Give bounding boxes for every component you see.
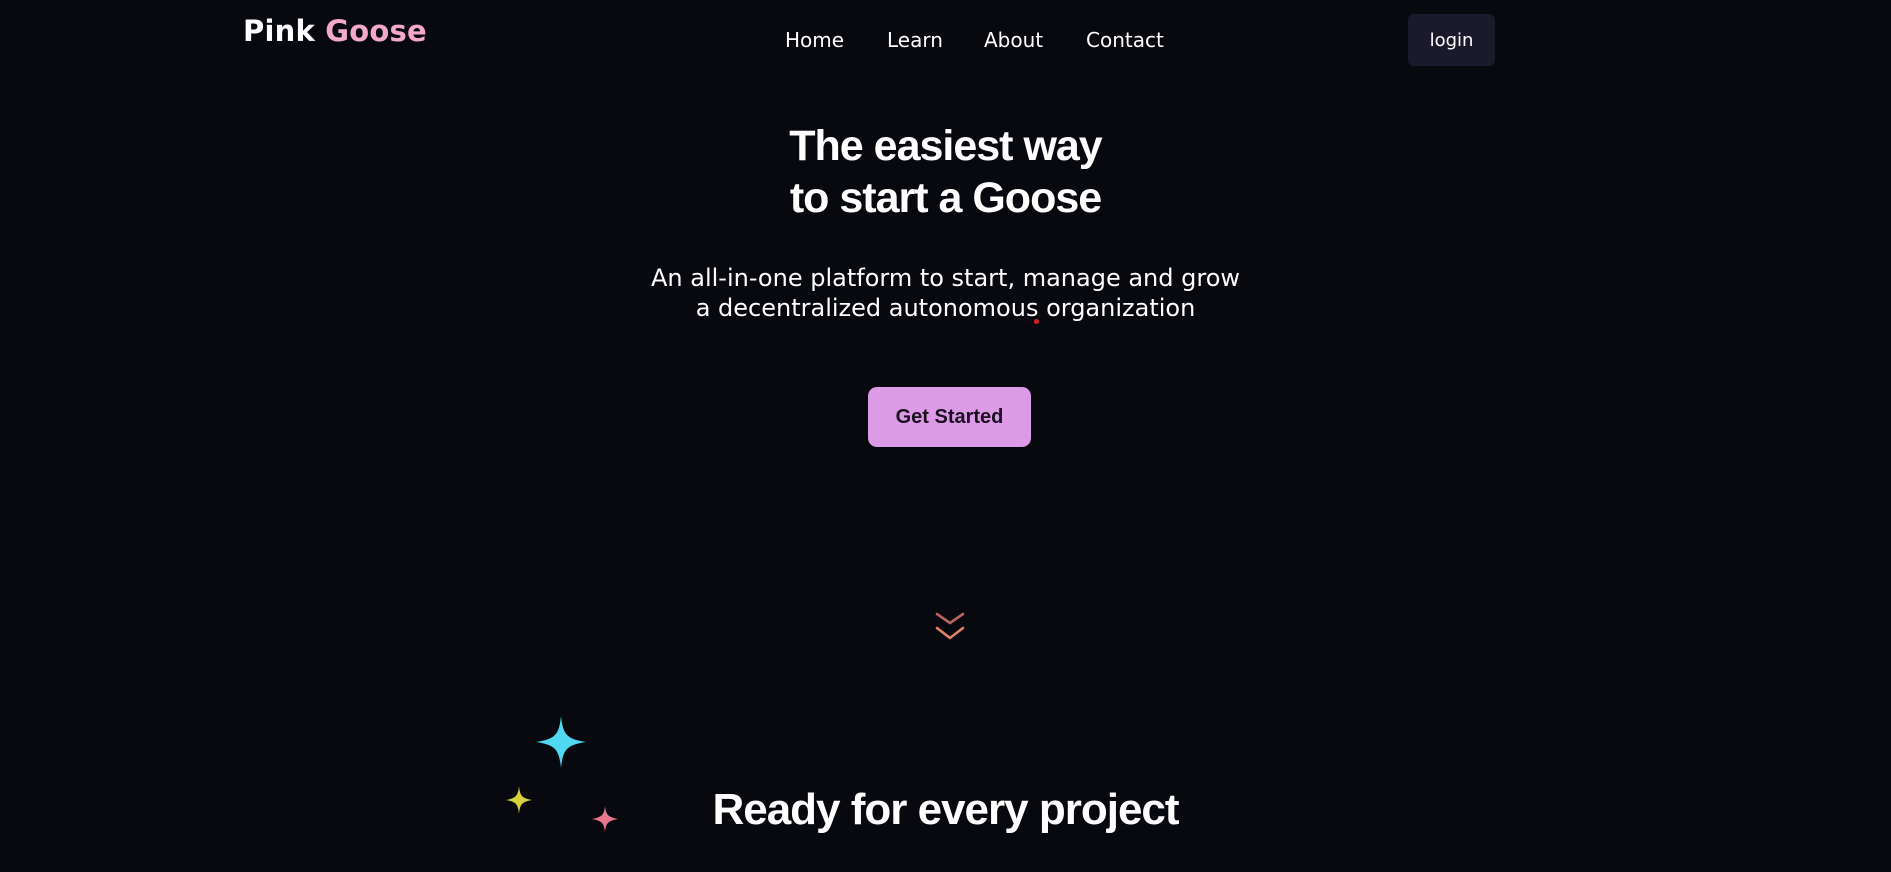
cursor-dot [1034, 319, 1039, 324]
sparkle-icon-cyan [536, 716, 586, 768]
brand-name-second: Goose [325, 14, 427, 48]
brand-logo[interactable]: Pink Goose [243, 14, 427, 48]
get-started-button[interactable]: Get Started [868, 387, 1031, 447]
nav-item-about[interactable]: About [984, 28, 1086, 52]
double-chevron-down-icon[interactable] [934, 610, 966, 644]
nav-item-home[interactable]: Home [785, 28, 887, 52]
login-button[interactable]: login [1408, 14, 1495, 66]
hero-subtitle-line-2: a decentralized autonomous organization [695, 294, 1196, 322]
brand-name-first: Pink [243, 14, 315, 48]
nav-item-contact[interactable]: Contact [1086, 28, 1176, 52]
hero-title-line-2: to start a Goose [789, 174, 1102, 222]
hero-title: The easiest way to start a Goose [0, 120, 1891, 224]
hero-title-line-1: The easiest way [789, 122, 1102, 170]
hero-subtitle: An all-in-one platform to start, manage … [0, 263, 1891, 323]
section-title: Ready for every project [712, 785, 1179, 834]
hero-subtitle-line-1: An all-in-one platform to start, manage … [650, 264, 1241, 292]
main-nav: Home Learn About Contact [785, 28, 1176, 52]
nav-item-learn[interactable]: Learn [887, 28, 984, 52]
